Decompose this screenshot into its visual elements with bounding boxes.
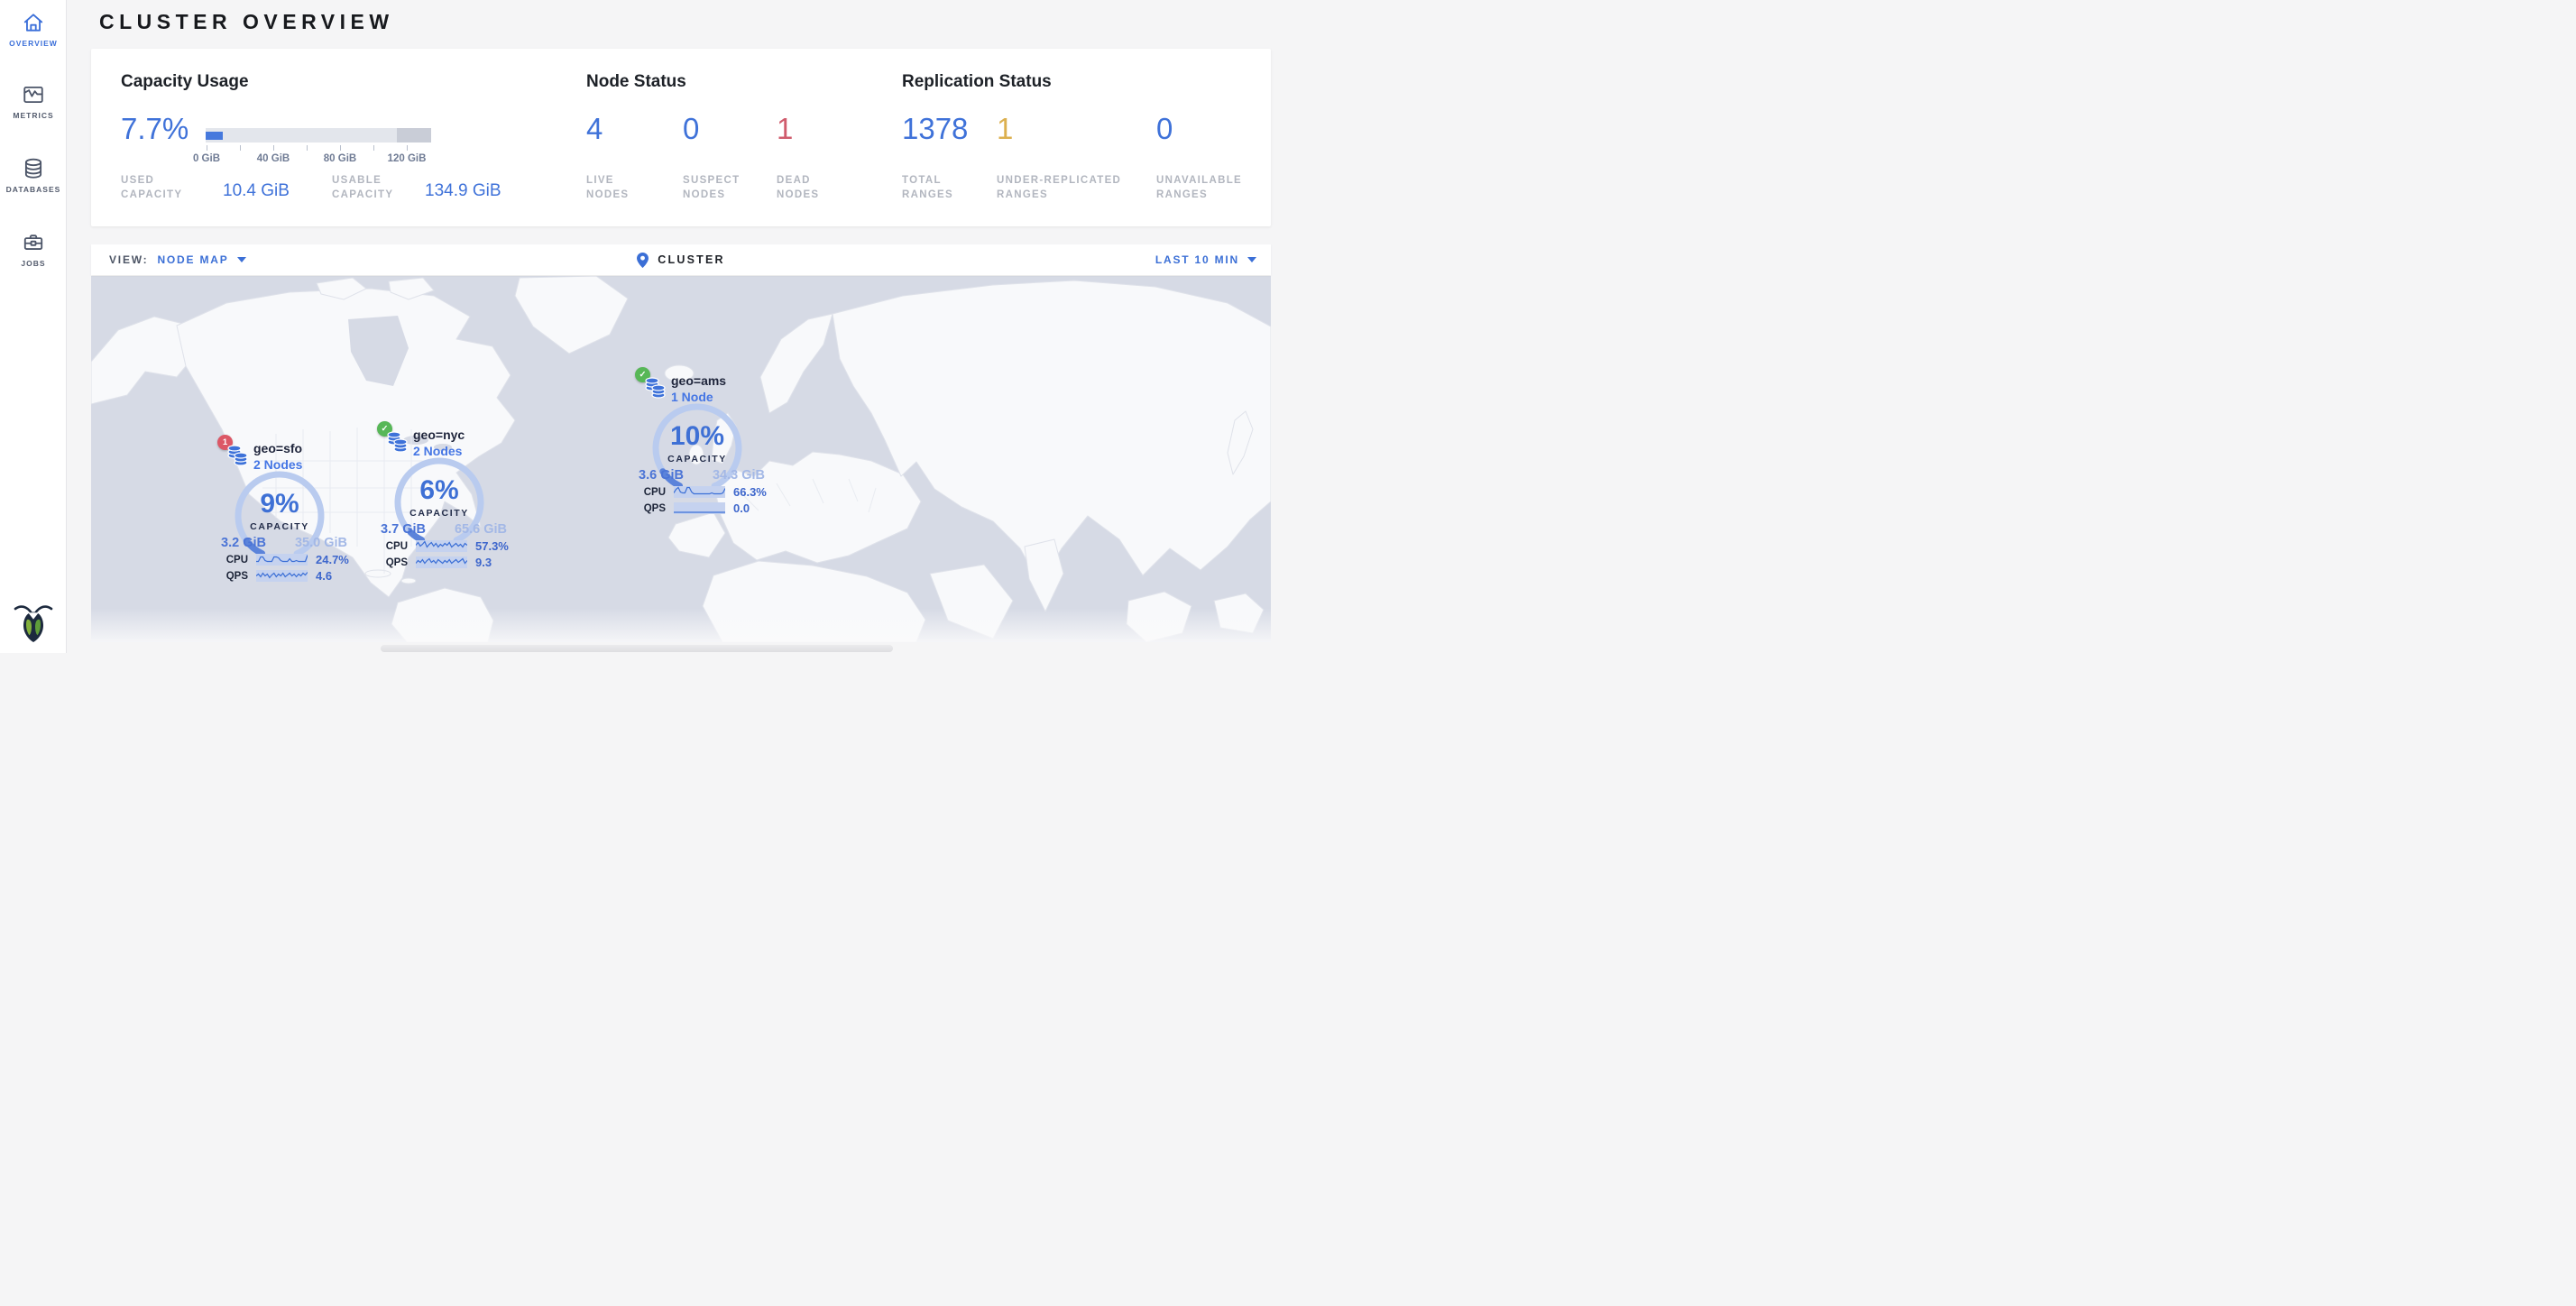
axis-tick [407,145,408,151]
suspect-nodes-label: SUSPECTNODES [683,173,740,202]
cpu-row: CPU 24.7% [225,552,349,567]
unavailable-ranges-value: 0 [1156,112,1173,146]
live-nodes-value: 4 [586,112,603,146]
node-map: 1 geo=sfo 2 Nodes 9% CAPACITY 3.2 GiB 35… [91,276,1271,642]
axis-tick [273,145,274,151]
time-range-dropdown[interactable]: LAST 10 MIN [1155,253,1256,266]
cpu-row: CPU 66.3% [642,484,767,500]
cpu-sparkline [674,486,725,498]
sidebar-item-jobs[interactable]: JOBS [0,231,67,268]
dead-nodes-label: DEADNODES [777,173,819,202]
metrics-chart-icon [0,83,67,106]
qps-sparkline [674,502,725,514]
capacity-label: CAPACITY [647,454,748,464]
home-icon [0,11,67,34]
unavailable-ranges-label: UNAVAILABLERANGES [1156,173,1242,202]
qps-sparkline [416,556,467,568]
sidebar-item-label: METRICS [0,111,67,120]
view-selector-dropdown[interactable]: NODE MAP [157,253,245,266]
sidebar-item-label: DATABASES [0,185,67,194]
breadcrumb: CLUSTER [91,253,1271,268]
capacity-percent: 10% [647,421,748,452]
node-status-title: Node Status [586,72,686,92]
total-ranges-value: 1378 [902,112,968,146]
axis-tick-label: 0 GiB [178,153,235,164]
qps-row: QPS 0.0 [642,501,767,516]
locality-name[interactable]: geo=nyc [413,428,465,442]
map-bottom-fade [91,608,1271,642]
map-toolbar: VIEW: NODE MAP CLUSTER LAST 10 MIN [91,244,1271,275]
breadcrumb-cluster: CLUSTER [658,253,724,266]
axis-tick [373,145,374,151]
used-gib: 3.2 GiB [206,536,281,550]
qps-row: QPS 9.3 [384,555,509,570]
chevron-down-icon [237,257,246,262]
axis-tick-label: 40 GiB [244,153,302,164]
live-nodes-label: LIVENODES [586,173,629,202]
axis-tick-label: 120 GiB [378,153,436,164]
cpu-sparkline [256,554,308,566]
cpu-value: 66.3% [733,485,767,499]
cpu-row: CPU 57.3% [384,538,509,554]
sidebar-item-overview[interactable]: OVERVIEW [0,11,67,48]
capacity-usage-title: Capacity Usage [121,72,249,92]
total-ranges-label: TOTALRANGES [902,173,953,202]
capacity-percent: 6% [389,475,490,506]
cpu-value: 24.7% [316,553,349,566]
sidebar-item-label: OVERVIEW [0,39,67,48]
axis-tick [340,145,341,151]
capacity-label: CAPACITY [229,521,330,532]
suspect-nodes-value: 0 [683,112,699,146]
cockroachdb-logo [12,602,55,644]
chevron-down-icon [1247,257,1256,262]
axis-tick [307,145,308,151]
capacity-bar-used [206,132,223,140]
qps-value: 9.3 [475,556,492,569]
used-gib: 3.6 GiB [623,468,699,483]
sidebar-item-label: JOBS [0,259,67,268]
qps-value: 0.0 [733,501,750,515]
under-replicated-ranges-value: 1 [997,112,1013,146]
total-gib: 35.0 GiB [283,536,359,550]
briefcase-icon [0,231,67,254]
total-gib: 34.3 GiB [701,468,777,483]
total-gib: 65.6 GiB [443,522,519,537]
sidebar-item-metrics[interactable]: METRICS [0,83,67,120]
qps-value: 4.6 [316,569,332,583]
locality-name[interactable]: geo=sfo [253,441,302,455]
replication-status-title: Replication Status [902,72,1052,92]
used-gib: 3.7 GiB [365,522,441,537]
summary-card: Capacity Usage 7.7% 0 GiB 40 GiB 80 GiB … [91,49,1271,226]
qps-row: QPS 4.6 [225,568,349,584]
sidebar: OVERVIEW METRICS DATABASES [0,0,67,653]
used-capacity-label: USEDCAPACITY [121,173,182,202]
capacity-label: CAPACITY [389,508,490,519]
map-pin-icon [637,253,649,268]
page-title: CLUSTER OVERVIEW [99,10,394,34]
usable-capacity-value: 134.9 GiB [425,181,501,201]
sidebar-item-databases[interactable]: DATABASES [0,157,67,194]
capacity-percent: 9% [229,489,330,520]
used-capacity-value: 10.4 GiB [223,181,290,201]
horizontal-scrollbar[interactable] [381,645,893,652]
axis-tick-label: 80 GiB [311,153,369,164]
under-replicated-ranges-label: UNDER-REPLICATEDRANGES [997,173,1121,202]
cpu-sparkline [416,540,467,552]
dead-nodes-value: 1 [777,112,793,146]
axis-tick [240,145,241,151]
cpu-value: 57.3% [475,539,509,553]
usable-capacity-label: USABLECAPACITY [332,173,393,202]
locality-name[interactable]: geo=ams [671,373,726,388]
view-label: VIEW: [109,253,148,266]
capacity-percent: 7.7% [121,112,189,146]
database-icon [0,157,67,180]
capacity-bar-reserved [397,128,431,143]
qps-sparkline [256,570,308,582]
capacity-bar [206,128,431,143]
